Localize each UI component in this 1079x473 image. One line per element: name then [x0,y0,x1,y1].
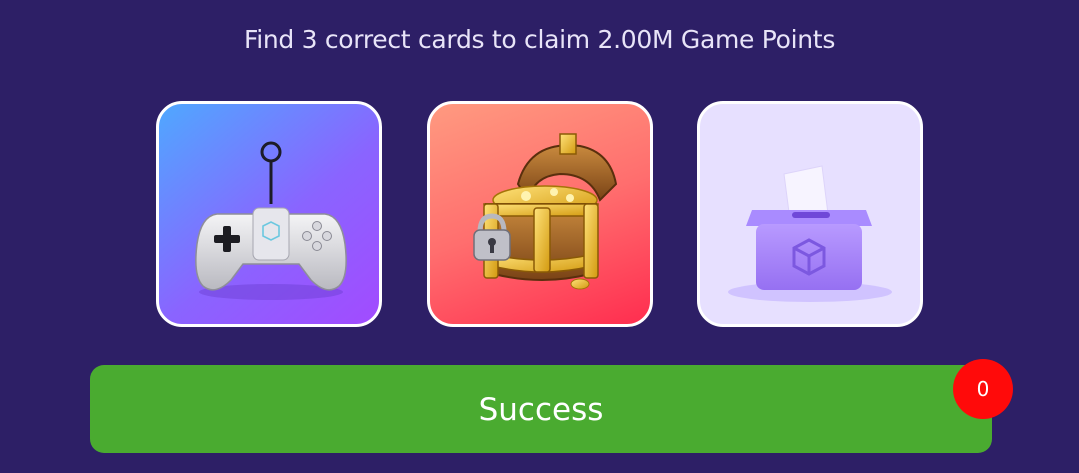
page-title: Find 3 correct cards to claim 2.00M Game… [243,25,836,54]
ballot-box-icon [728,165,892,302]
card-treasure-chest[interactable] [427,101,653,327]
gamepad-icon [195,141,347,300]
card-gamepad[interactable] [156,101,382,327]
treasure-chest-icon [473,133,618,290]
count-badge: 0 [953,359,1013,419]
success-button[interactable]: Success [90,365,992,453]
card-ballot-box[interactable] [697,101,923,327]
